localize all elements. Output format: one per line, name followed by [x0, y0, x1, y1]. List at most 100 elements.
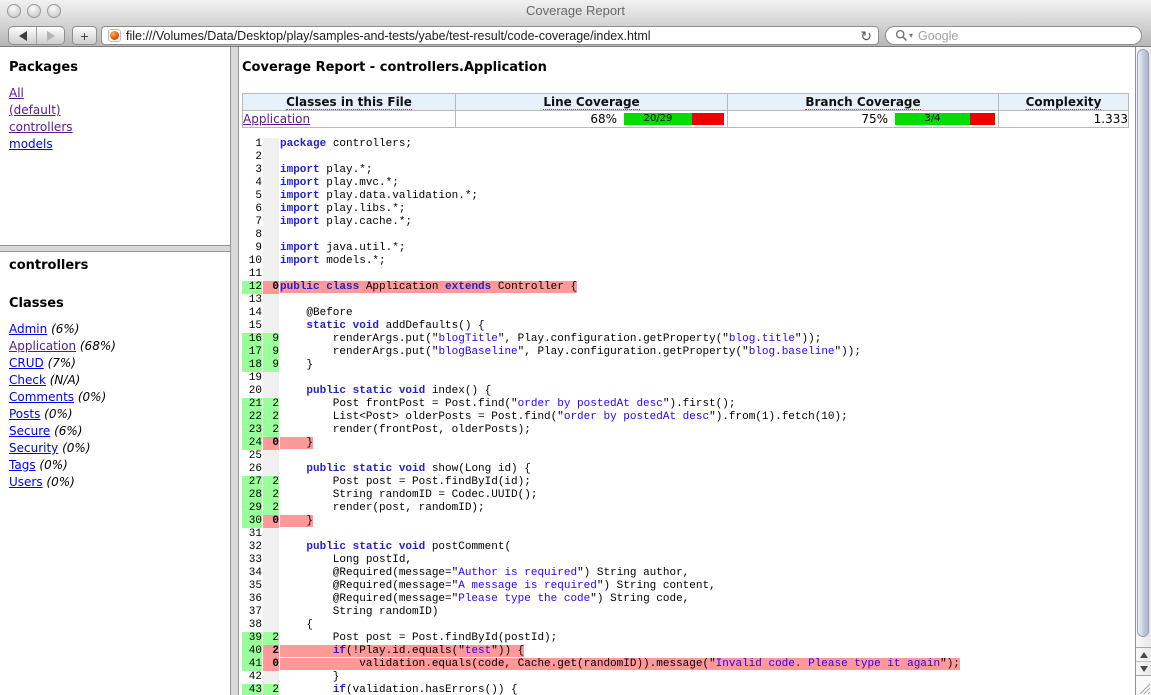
address-bar[interactable]: file:///Volumes/Data/Desktop/play/sample…: [101, 26, 879, 45]
report-frame: Coverage Report - controllers.Applicatio…: [239, 47, 1135, 695]
package-list-item: (default): [9, 102, 224, 119]
source-code: import play.libs.*;: [280, 203, 1135, 216]
col-branch-coverage: Branch Coverage: [728, 94, 999, 111]
line-number: 26: [242, 463, 263, 476]
scroll-up-button[interactable]: [1136, 648, 1151, 662]
frame-divider-vertical[interactable]: [230, 47, 239, 695]
forward-button[interactable]: [37, 27, 64, 44]
source-code: @Required(message="Please type the code"…: [280, 593, 1135, 606]
package-link-all[interactable]: All: [9, 86, 24, 100]
source-line: 222 List<Post> olderPosts = Post.find("o…: [242, 411, 1135, 424]
class-list-item: Application (68%): [9, 338, 224, 355]
frame-divider-horizontal[interactable]: [0, 245, 230, 252]
scroll-down-button[interactable]: [1136, 662, 1151, 675]
package-link-controllers[interactable]: controllers: [9, 120, 73, 134]
line-number: 7: [242, 216, 263, 229]
hit-count: 2: [263, 502, 280, 515]
line-number: 31: [242, 528, 263, 541]
class-link-security[interactable]: Security: [9, 441, 58, 455]
class-link-posts[interactable]: Posts: [9, 407, 40, 421]
hit-count: 2: [263, 476, 280, 489]
hit-count: 2: [263, 398, 280, 411]
class-link-secure[interactable]: Secure: [9, 424, 50, 438]
source-code: import play.mvc.*;: [280, 177, 1135, 190]
hit-count: [263, 151, 280, 164]
package-link-models[interactable]: models: [9, 137, 53, 151]
minimize-window-button[interactable]: [27, 4, 41, 18]
class-coverage-pct: (N/A): [46, 373, 80, 387]
source-code: String randomID = Codec.UUID();: [280, 489, 1135, 502]
line-number: 42: [242, 671, 263, 684]
hit-count: [263, 294, 280, 307]
search-field[interactable]: ▾ Google: [885, 26, 1142, 45]
page-title: Coverage Report - controllers.Applicatio…: [242, 60, 1135, 76]
line-number: 22: [242, 411, 263, 424]
source-line: 14 @Before: [242, 307, 1135, 320]
class-link-comments[interactable]: Comments: [9, 390, 74, 404]
hit-count: 2: [263, 489, 280, 502]
hit-count: [263, 216, 280, 229]
search-options-chevron-icon[interactable]: ▾: [909, 31, 913, 40]
line-number: 41: [242, 658, 263, 671]
class-coverage-pct: (0%): [36, 458, 68, 472]
source-line: 1package controllers;: [242, 138, 1135, 151]
package-link-default[interactable]: (default): [9, 103, 61, 117]
class-file-link[interactable]: Application: [243, 112, 310, 126]
source-code: }: [280, 359, 1135, 372]
page-favicon-icon: [108, 29, 121, 42]
class-link-users[interactable]: Users: [9, 475, 43, 489]
class-link-crud[interactable]: CRUD: [9, 356, 44, 370]
resize-grip-icon: [1137, 681, 1151, 695]
search-icon: [895, 29, 908, 42]
current-package-heading: controllers: [9, 258, 224, 274]
source-line: 13: [242, 294, 1135, 307]
hit-count: [263, 190, 280, 203]
source-code: @Before: [280, 307, 1135, 320]
hit-count: 9: [263, 359, 280, 372]
line-number: 4: [242, 177, 263, 190]
package-list-item: All: [9, 85, 224, 102]
sidebar: Packages All(default)controllersmodels c…: [0, 47, 230, 695]
class-link-tags[interactable]: Tags: [9, 458, 36, 472]
line-number: 21: [242, 398, 263, 411]
scrollbar-thumb[interactable]: [1137, 49, 1149, 637]
browser-toolbar: + file:///Volumes/Data/Desktop/play/samp…: [0, 26, 1151, 45]
line-number: 40: [242, 645, 263, 658]
source-line: 272 Post post = Post.findById(id);: [242, 476, 1135, 489]
close-window-button[interactable]: [7, 4, 21, 18]
source-line: 240 }: [242, 437, 1135, 450]
hit-count: [263, 450, 280, 463]
scrollbar-track[interactable]: [1135, 47, 1151, 695]
source-line: 120public class Application extends Cont…: [242, 281, 1135, 294]
hit-count: [263, 177, 280, 190]
reload-icon[interactable]: ↻: [860, 29, 872, 43]
summary-table: Classes in this File Line Coverage Branc…: [242, 93, 1129, 128]
line-coverage-bar: 20/29: [624, 113, 724, 125]
new-tab-button[interactable]: +: [72, 26, 97, 45]
line-number: 38: [242, 619, 263, 632]
branch-coverage-bar-red: [970, 113, 995, 125]
hit-count: [263, 268, 280, 281]
source-code: renderArgs.put("blogBaseline", Play.conf…: [280, 346, 1135, 359]
source-line: 232 render(frontPost, olderPosts);: [242, 424, 1135, 437]
resize-grip[interactable]: [1136, 675, 1151, 695]
source-line: 42 }: [242, 671, 1135, 684]
line-number: 15: [242, 320, 263, 333]
window-title: Coverage Report: [0, 0, 1151, 22]
source-code: if(!Play.id.equals("test")) {: [280, 645, 1135, 658]
source-line: 34 @Required(message="Author is required…: [242, 567, 1135, 580]
class-link-admin[interactable]: Admin: [9, 322, 47, 336]
zoom-window-button[interactable]: [47, 4, 61, 18]
class-link-application[interactable]: Application: [9, 339, 76, 353]
class-coverage-pct: (68%): [76, 339, 116, 353]
line-number: 36: [242, 593, 263, 606]
line-number: 35: [242, 580, 263, 593]
source-line: 179 renderArgs.put("blogBaseline", Play.…: [242, 346, 1135, 359]
scroll-up-arrow-icon: [1140, 652, 1148, 658]
source-line: 282 String randomID = Codec.UUID();: [242, 489, 1135, 502]
package-list-item: models: [9, 136, 224, 153]
back-button[interactable]: [9, 27, 37, 44]
class-link-check[interactable]: Check: [9, 373, 46, 387]
hit-count: [263, 372, 280, 385]
browser-chrome: Coverage Report + file:///Volumes/Data/D…: [0, 0, 1151, 47]
